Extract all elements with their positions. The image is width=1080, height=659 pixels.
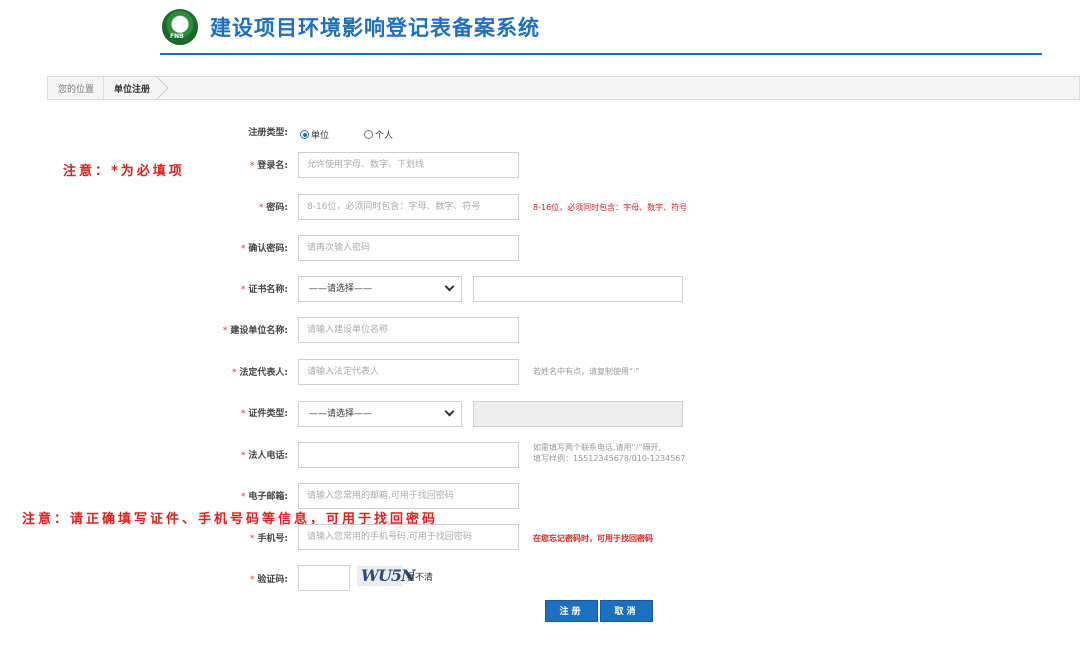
legal-phone-hint: 如需填写两个联系电话,请用“/”隔开, 填写样例：15512345678/010… [533, 443, 686, 463]
breadcrumb-current[interactable]: 单位注册 [114, 82, 150, 95]
legal-rep-label: * 法定代表人: [231, 368, 288, 378]
cert-name-label: * 证书名称: [240, 285, 288, 295]
email-label: * 电子邮箱: [240, 492, 288, 502]
breadcrumb-divider [103, 77, 104, 99]
register-button[interactable]: 注册 [545, 600, 598, 622]
captcha-label: * 验证码: [249, 575, 288, 585]
required-fields-note: 注意：*为必填项 [63, 164, 185, 179]
captcha-refresh-link[interactable]: 看不清 [406, 570, 433, 583]
breadcrumb-arrow-icon [156, 77, 171, 99]
radio-checked-icon [300, 130, 309, 139]
legal-phone-input[interactable] [298, 442, 519, 468]
mobile-label: * 手机号: [249, 534, 288, 544]
legal-phone-label: * 法人电话: [240, 451, 288, 461]
captcha-image[interactable]: WU5N [357, 566, 416, 586]
email-input[interactable]: 请输入您常用的邮箱,可用于找回密码 [298, 483, 519, 509]
login-name-input[interactable]: 允许使用字母、数字、下划线 [298, 152, 519, 178]
legal-rep-input[interactable]: 请输入法定代表人 [298, 359, 519, 385]
site-title: 建设项目环境影响登记表备案系统 [210, 16, 540, 40]
breadcrumb-location-label: 您的位置 [58, 85, 95, 95]
legal-rep-hint: 若姓名中有点，请复制使用“·” [533, 367, 640, 376]
cert-number-input[interactable] [473, 276, 683, 302]
confirm-password-input[interactable]: 请再次输入密码 [298, 235, 519, 261]
radio-personal[interactable]: 个人 [364, 128, 393, 141]
login-name-label: * 登录名: [249, 161, 288, 171]
chevron-down-icon [444, 281, 455, 292]
company-name-input[interactable]: 请输入建设单位名称 [298, 317, 519, 343]
captcha-input[interactable] [298, 565, 350, 591]
password-label: * 密码: [258, 203, 288, 213]
reg-type-label: 注册类型: [248, 128, 288, 138]
cancel-button[interactable]: 取消 [600, 600, 653, 622]
logo-text: FNB [170, 33, 184, 40]
company-name-label: * 建设单位名称: [222, 326, 288, 336]
chevron-down-icon [444, 406, 455, 417]
breadcrumb: 您的位置 单位注册 [47, 76, 1080, 100]
radio-unchecked-icon [364, 130, 373, 139]
id-number-input[interactable] [473, 401, 683, 427]
mobile-input[interactable]: 请输入您常用的手机号码,可用于找回密码 [298, 524, 519, 550]
id-type-label: * 证件类型: [240, 409, 288, 419]
mobile-hint: 在您忘记密码时，可用于找回密码 [533, 534, 653, 543]
header-divider [160, 53, 1042, 55]
id-type-select[interactable]: ——请选择—— [298, 401, 462, 427]
cert-name-select[interactable]: ——请选择—— [298, 276, 462, 302]
confirm-password-label: * 确认密码: [240, 244, 288, 254]
password-hint: 8-16位，必须同时包含：字母、数字、符号 [533, 203, 688, 212]
password-input[interactable]: 8-16位，必须同时包含：字母、数字、符号 [298, 194, 519, 220]
radio-unit[interactable]: 单位 [300, 128, 329, 141]
